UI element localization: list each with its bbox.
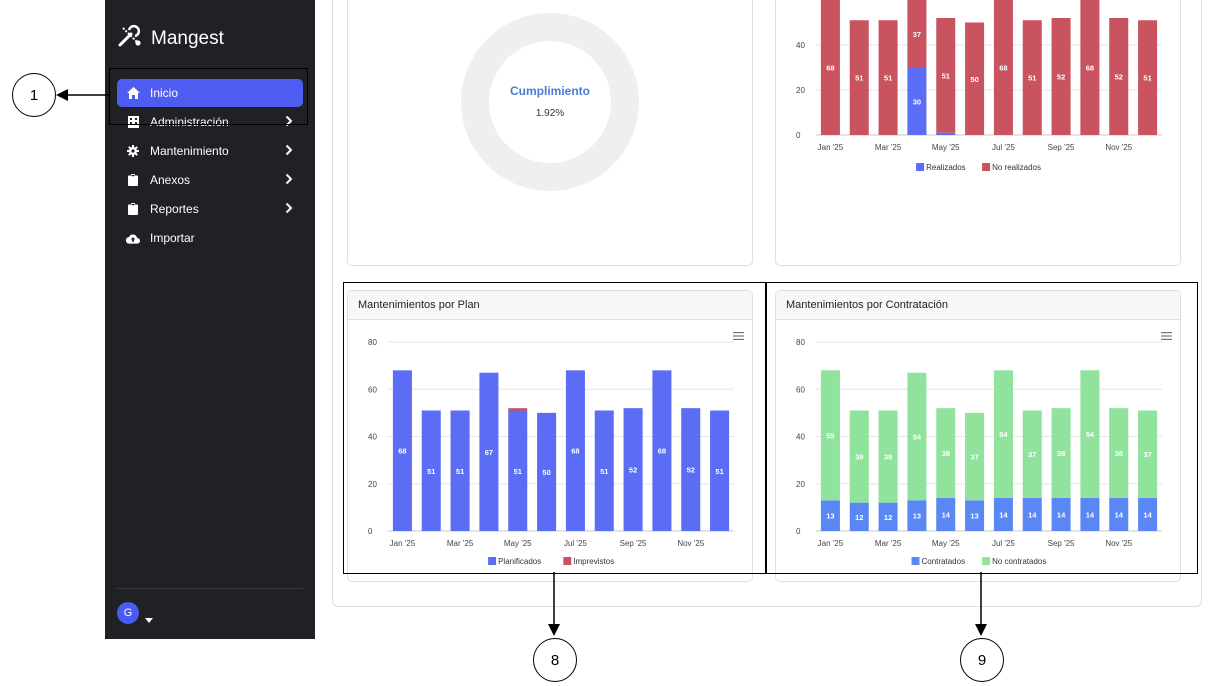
x-tick-label: Jan '25 (818, 143, 844, 152)
sidebar-item-reportes[interactable]: Reportes (117, 195, 303, 223)
data-label: 51 (942, 71, 950, 80)
legend-swatch (982, 163, 991, 171)
data-label: 68 (999, 64, 1007, 73)
annotation-marker-1: 1 (12, 73, 56, 117)
caret-down-icon[interactable] (145, 610, 153, 628)
cumplimiento-value: 1.92% (535, 108, 565, 119)
chevron-right-icon (285, 173, 293, 188)
x-tick-label: May '25 (932, 143, 960, 152)
y-tick-label: 40 (796, 41, 805, 50)
sidebar-item-label: Anexos (150, 173, 191, 187)
clipboard-icon (126, 202, 140, 216)
realizados-chart: 0 20 40 68 51 51 30 37 51 50 68 51 52 68 52 51 Jan '25 Ma… (796, 0, 1162, 172)
sidebar-divider (117, 588, 303, 589)
avatar[interactable]: G (117, 602, 139, 624)
data-label: 52 (1115, 73, 1123, 82)
legend-label: No realizados (992, 163, 1041, 172)
data-label: 37 (913, 30, 921, 39)
annotation-number: 1 (29, 86, 39, 104)
data-label: 51 (884, 74, 892, 83)
cumplimiento-donut (461, 13, 639, 191)
brand[interactable]: Mangest (117, 24, 224, 53)
chevron-right-icon (285, 144, 293, 159)
data-label: 68 (826, 64, 834, 73)
donut-ring (461, 13, 639, 191)
arrowhead-8 (548, 624, 560, 636)
sidebar-item-label: Reportes (150, 202, 199, 216)
arrowhead-1 (56, 89, 68, 101)
x-tick-label: Sep '25 (1048, 143, 1075, 152)
annotation-marker-8: 8 (533, 638, 577, 682)
x-tick-label: Mar '25 (875, 143, 902, 152)
bar (936, 132, 956, 135)
gear-icon (126, 144, 140, 158)
y-tick-label: 0 (796, 131, 801, 140)
clipboard-icon (126, 173, 140, 187)
data-label: 50 (970, 75, 978, 84)
data-label: 68 (1086, 64, 1094, 73)
arrowhead-9 (975, 624, 987, 636)
realizados-card: 0 20 40 68 51 51 30 37 51 50 68 51 52 68 52 51 Jan '25 Ma… (775, 0, 1181, 266)
sidebar-item-mantenimiento[interactable]: Mantenimiento (117, 137, 303, 165)
cumplimiento-card: Cumplimiento 1.92% (347, 0, 753, 266)
chevron-right-icon (285, 202, 293, 217)
avatar-initial: G (123, 607, 133, 619)
data-label: 51 (855, 74, 863, 83)
data-label: 51 (1143, 74, 1151, 83)
x-tick-label: Nov '25 (1105, 143, 1132, 152)
sidebar-item-label: Mantenimiento (150, 144, 229, 158)
annotation-marker-9: 9 (960, 638, 1004, 682)
tools-icon (117, 24, 143, 53)
y-tick-label: 20 (796, 86, 805, 95)
brand-name: Mangest (151, 27, 224, 49)
annotation-box-8 (343, 282, 767, 574)
cumplimiento-label: Cumplimiento (510, 84, 590, 98)
annotation-box-9 (765, 282, 1198, 574)
sidebar-item-anexos[interactable]: Anexos (117, 166, 303, 194)
sidebar-item-label: Importar (150, 231, 195, 245)
legend-swatch (916, 163, 925, 171)
data-label: 52 (1057, 73, 1065, 82)
x-tick-label: Jul '25 (992, 143, 1015, 152)
data-label: 30 (913, 97, 921, 106)
data-label: 51 (1028, 74, 1036, 83)
legend-label: Realizados (926, 163, 966, 172)
cloud-upload-icon (126, 231, 140, 245)
annotation-box-1 (109, 68, 308, 125)
annotation-number: 8 (550, 651, 560, 669)
sidebar-item-importar[interactable]: Importar (117, 224, 303, 252)
annotation-number: 9 (977, 651, 987, 669)
